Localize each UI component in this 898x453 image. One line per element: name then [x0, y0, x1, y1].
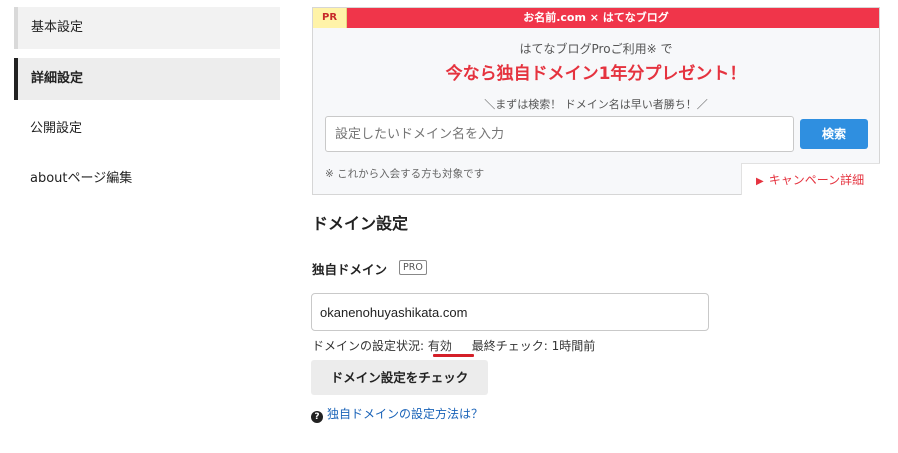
settings-sidebar: 基本設定 詳細設定 公開設定 aboutページ編集 [0, 0, 300, 453]
sidebar-item-label: 公開設定 [30, 121, 83, 136]
promo-intro-text: はてなブログProご利用※ で [519, 42, 673, 56]
sidebar-item-label: 基本設定 [31, 20, 84, 35]
question-circle-icon: ? [311, 411, 323, 423]
sidebar-item-about-page[interactable]: aboutページ編集 [14, 158, 280, 200]
promo-headline: 今なら独自ドメイン1年分プレゼント！ [445, 64, 747, 84]
domain-status-line: ドメインの設定状況: 有効 最終チェック: 1時間前 [312, 337, 595, 354]
sidebar-item-advanced-settings[interactable]: 詳細設定 [14, 58, 280, 100]
promo-brand-text: お名前.com × はてなブログ [523, 11, 669, 24]
domain-help-link[interactable]: ? 独自ドメインの設定方法は？ [311, 405, 483, 423]
domain-status-label: ドメインの設定状況: [312, 339, 425, 353]
campaign-detail-label: キャンペーン詳細 [768, 173, 865, 187]
sidebar-item-label: 詳細設定 [31, 71, 84, 86]
sidebar-item-publish-settings[interactable]: 公開設定 [14, 108, 280, 150]
campaign-detail-link[interactable]: ▶ キャンペーン詳細 [741, 163, 880, 195]
pr-badge: PR [313, 8, 347, 28]
pro-badge: PRO [399, 260, 427, 275]
promo-note: ※ これから入会する方も対象です [325, 168, 485, 180]
custom-domain-input[interactable] [311, 293, 709, 331]
status-highlight-underline [433, 354, 474, 357]
blog-settings-page: 基本設定 詳細設定 公開設定 aboutページ編集 お名前.com × はてなブ… [0, 0, 898, 453]
promo-banner: お名前.com × はてなブログ PR はてなブログProご利用※ で 今なら独… [312, 7, 880, 195]
promo-header-bar: お名前.com × はてなブログ PR [313, 8, 879, 28]
domain-help-label: 独自ドメインの設定方法は？ [327, 407, 484, 421]
section-title-domain: ドメイン設定 [312, 214, 409, 233]
promo-subline: ＼まずは検索！ ドメイン名は早い者勝ち！／ [484, 98, 708, 111]
check-domain-button[interactable]: ドメイン設定をチェック [311, 360, 488, 395]
play-triangle-icon: ▶ [756, 176, 764, 187]
last-check-text: 最終チェック: 1時間前 [471, 339, 596, 353]
custom-domain-label: 独自ドメイン [312, 262, 388, 277]
domain-search-button[interactable]: 検索 [800, 119, 868, 149]
domain-status-value: 有効 [427, 339, 452, 353]
sidebar-item-label: aboutページ編集 [30, 171, 133, 186]
sidebar-item-basic-settings[interactable]: 基本設定 [14, 7, 280, 49]
domain-search-input[interactable] [325, 116, 794, 152]
